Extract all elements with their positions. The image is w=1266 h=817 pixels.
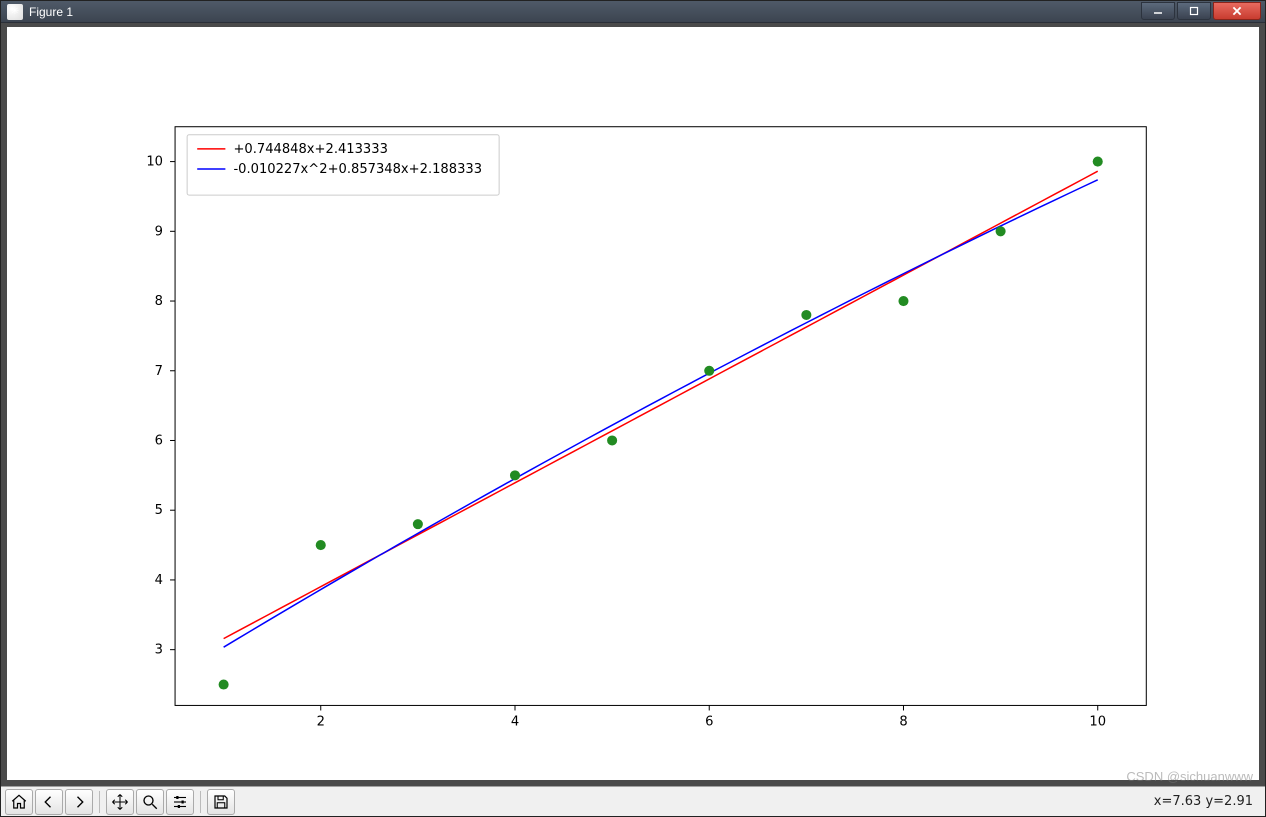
titlebar[interactable]: ✳ Figure 1 [1,1,1265,23]
toolbar-separator [99,791,100,813]
forward-icon [70,793,88,811]
window-title: Figure 1 [29,5,73,19]
svg-text:7: 7 [155,364,163,379]
svg-text:10: 10 [146,155,163,170]
svg-text:4: 4 [155,573,163,588]
svg-text:-0.010227x^2+0.857348x+2.18833: -0.010227x^2+0.857348x+2.188333 [233,162,482,177]
save-button[interactable] [207,789,235,815]
minimize-icon [1153,6,1163,16]
svg-text:10: 10 [1089,715,1106,730]
svg-text:9: 9 [155,224,163,239]
svg-text:8: 8 [155,294,163,309]
configure-button[interactable] [166,789,194,815]
toolbar-separator [200,791,201,813]
svg-text:6: 6 [155,434,163,449]
back-button[interactable] [35,789,63,815]
zoom-button[interactable] [136,789,164,815]
close-icon [1231,5,1243,17]
figure-window: ✳ Figure 1 2 4 6 8 10 3 4 5 6 7 8 9 10 +0.744848x+2.4… [0,0,1266,817]
close-button[interactable] [1213,2,1261,20]
cursor-coordinates: x=7.63 y=2.91 [1154,794,1253,809]
svg-text:4: 4 [511,715,519,730]
home-button[interactable] [5,789,33,815]
maximize-icon [1189,6,1199,16]
save-icon [212,793,230,811]
figure-canvas[interactable]: 2 4 6 8 10 3 4 5 6 7 8 9 10 +0.744848x+2.413333 -0.010… [9,29,1257,778]
window-controls [1141,1,1265,22]
svg-text:2: 2 [317,715,325,730]
sliders-icon [171,793,189,811]
svg-text:+0.744848x+2.413333: +0.744848x+2.413333 [233,142,387,157]
minimize-button[interactable] [1141,2,1175,20]
svg-text:3: 3 [155,643,163,658]
app-icon: ✳ [7,4,23,20]
zoom-icon [141,793,159,811]
home-icon [10,793,28,811]
pan-icon [111,793,129,811]
chart-svg: 2 4 6 8 10 3 4 5 6 7 8 9 10 +0.744848x+2.413333 -0.010… [9,29,1257,778]
svg-text:8: 8 [899,715,907,730]
maximize-button[interactable] [1177,2,1211,20]
pan-button[interactable] [106,789,134,815]
back-icon [40,793,58,811]
figure-canvas-wrap: 2 4 6 8 10 3 4 5 6 7 8 9 10 +0.744848x+2.413333 -0.010… [1,23,1265,786]
svg-text:5: 5 [155,503,163,518]
forward-button[interactable] [65,789,93,815]
svg-text:6: 6 [705,715,713,730]
matplotlib-toolbar: x=7.63 y=2.91 [1,786,1265,816]
